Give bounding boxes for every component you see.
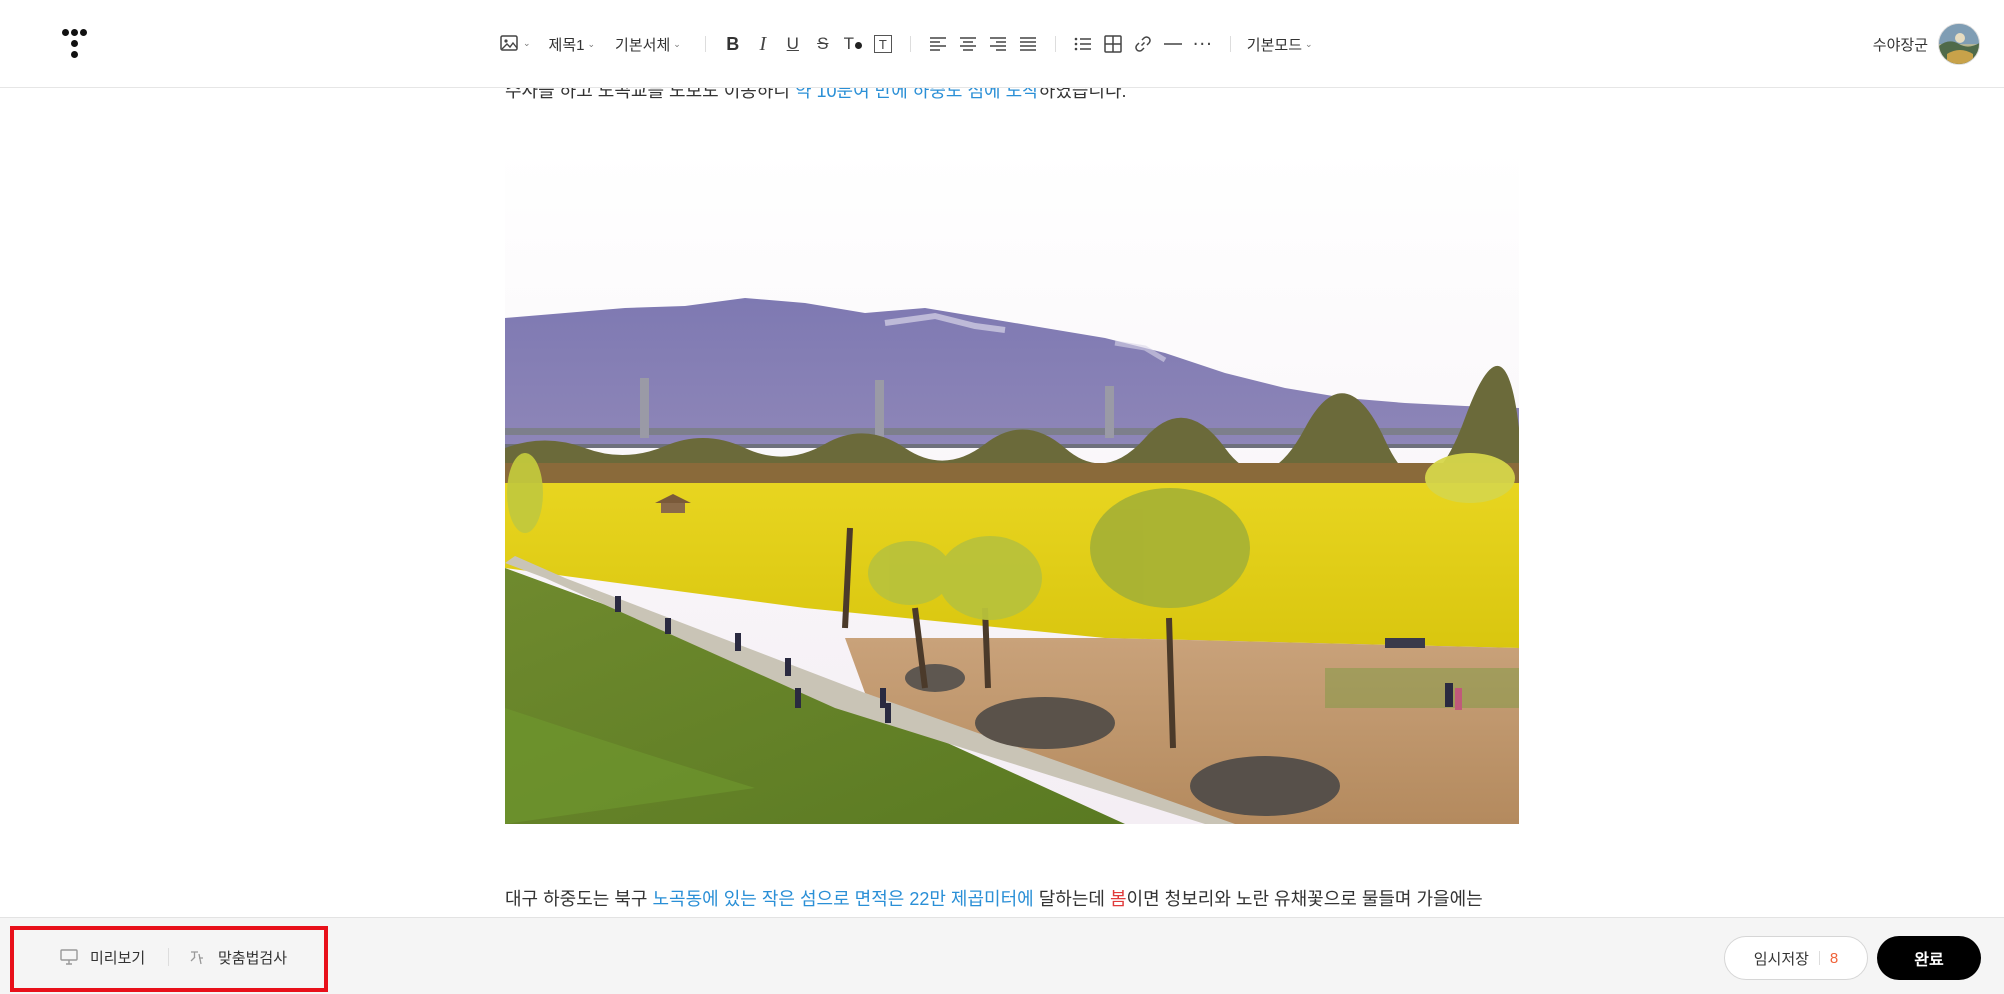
link-icon [1134, 35, 1152, 53]
bold-button[interactable]: B [718, 26, 748, 62]
preview-label: 미리보기 [90, 949, 146, 967]
align-justify-icon [1019, 36, 1037, 52]
done-label: 완료 [1914, 952, 1944, 969]
toolbar-divider [909, 36, 911, 52]
chevron-down-icon: ⌄ [523, 39, 531, 49]
horizontal-line-icon [1163, 42, 1182, 46]
toolbar-divider [704, 36, 706, 52]
paragraph-text: 이면 청보리와 노란 유채꽃으로 물들며 가을에는 [1126, 889, 1483, 909]
spellcheck-button[interactable]: 맞춤법검사 [188, 943, 287, 971]
text-background-icon: T [873, 35, 892, 53]
font-label: 기본서체 [615, 36, 671, 54]
font-dropdown[interactable]: 기본서체 ⌄ [611, 26, 685, 62]
paragraph-text: 달하는데 [1033, 889, 1110, 909]
footer-divider [168, 948, 169, 966]
strikethrough-icon: S [817, 34, 829, 53]
horizontal-line-button[interactable] [1158, 26, 1188, 62]
highlighted-text: 노곡동에 있는 작은 섬으로 면적은 22만 제곱미터에 [652, 889, 1034, 909]
bullet-list-button[interactable] [1068, 26, 1098, 62]
save-divider [1818, 951, 1820, 965]
toolbar-divider [1229, 36, 1231, 52]
italic-button[interactable]: I [748, 26, 778, 62]
more-button[interactable]: ··· [1188, 26, 1218, 62]
mode-dropdown[interactable]: 기본모드 ⌄ [1243, 26, 1317, 62]
underline-button[interactable]: U [778, 26, 808, 62]
monitor-icon [60, 949, 78, 965]
table-button[interactable] [1098, 26, 1128, 62]
heading-dropdown[interactable]: 제목1 ⌄ [545, 26, 600, 62]
image-icon [500, 35, 520, 53]
temp-save-label: 임시저장 [1753, 950, 1809, 968]
align-left-icon [929, 36, 947, 52]
strikethrough-button[interactable]: S [808, 26, 838, 62]
user-menu[interactable]: 수야장군 [1873, 22, 1980, 66]
align-right-icon [989, 36, 1007, 52]
table-icon [1104, 35, 1122, 53]
italic-icon: I [759, 32, 767, 55]
text-color-button[interactable]: T [838, 26, 868, 62]
user-name: 수야장군 [1872, 36, 1928, 54]
highlighted-text-red: 봄 [1109, 889, 1127, 909]
more-icon: ··· [1192, 33, 1213, 55]
temp-save-count[interactable]: 8 [1830, 950, 1838, 967]
text-color-icon: T [844, 34, 862, 54]
bold-icon: B [726, 33, 740, 54]
toolbar-divider [1054, 36, 1056, 52]
preview-button[interactable]: 미리보기 [60, 943, 145, 971]
content-photo[interactable] [505, 148, 1519, 824]
mode-label: 기본모드 [1246, 36, 1302, 54]
spellcheck-label: 맞춤법검사 [218, 949, 288, 967]
temp-save-button[interactable]: 임시저장 8 [1724, 936, 1868, 980]
text-background-button[interactable]: T [868, 26, 898, 62]
align-justify-button[interactable] [1013, 26, 1043, 62]
bullet-list-icon [1074, 36, 1092, 52]
link-button[interactable] [1128, 26, 1158, 62]
editor-header: ⌄ 제목1 ⌄ 기본서체 ⌄ B I U S T T ··· 기본모드 ⌄ 수야… [0, 0, 2004, 88]
spellcheck-icon [188, 948, 206, 966]
heading-label: 제목1 [548, 36, 585, 54]
underline-icon: U [786, 34, 799, 53]
align-left-button[interactable] [923, 26, 953, 62]
publish-done-button[interactable]: 완료 [1877, 936, 1981, 980]
avatar[interactable] [1938, 23, 1980, 65]
tistory-logo[interactable] [58, 26, 98, 62]
paragraph-text: 대구 하중도는 북구 [505, 889, 653, 909]
paragraph[interactable]: 대구 하중도는 북구 노곡동에 있는 작은 섬으로 면적은 22만 제곱미터에 … [505, 884, 1483, 914]
align-center-icon [959, 36, 977, 52]
chevron-down-icon: ⌄ [1305, 38, 1313, 49]
chevron-down-icon: ⌄ [587, 38, 596, 49]
chevron-down-icon: ⌄ [673, 38, 681, 49]
image-insert-button[interactable]: ⌄ [500, 26, 531, 62]
editor-toolbar: ⌄ 제목1 ⌄ 기본서체 ⌄ B I U S T T ··· 기본모드 ⌄ [500, 26, 1317, 62]
editor-footer [0, 917, 2004, 994]
align-center-button[interactable] [953, 26, 983, 62]
align-right-button[interactable] [983, 26, 1013, 62]
